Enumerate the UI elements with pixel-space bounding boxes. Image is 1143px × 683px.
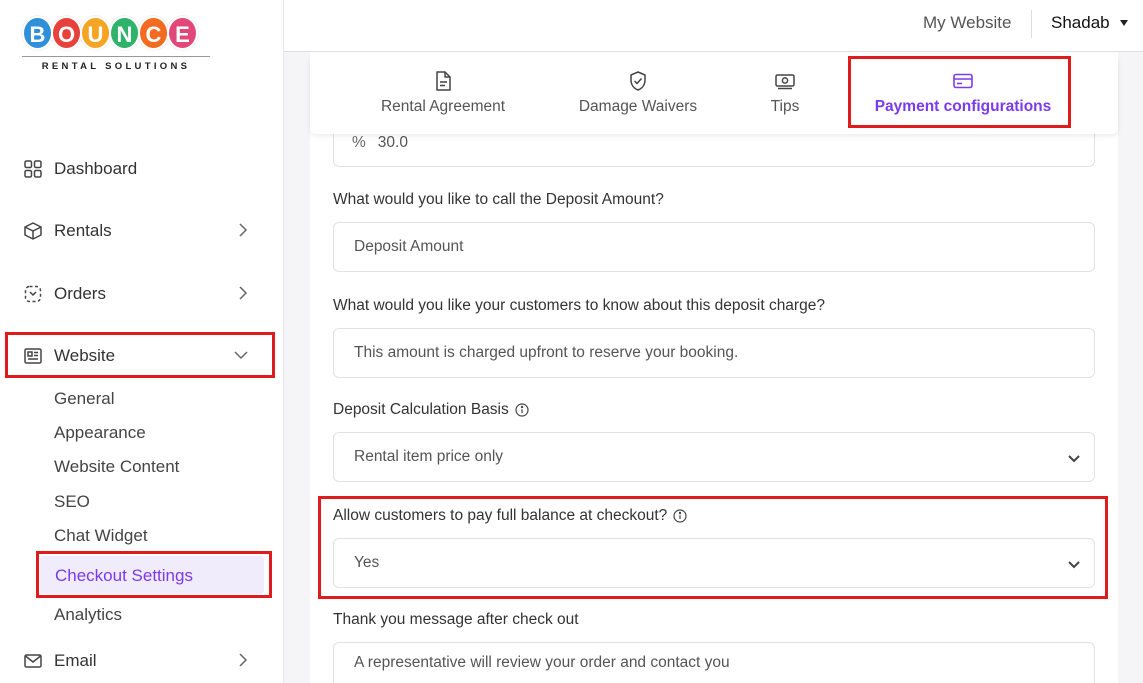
tab-tips[interactable]: Tips	[765, 54, 805, 134]
newspaper-icon	[22, 345, 44, 367]
full-balance-select[interactable]: Yes	[333, 538, 1095, 588]
grid-icon	[22, 158, 44, 180]
caret-down-icon[interactable]	[1120, 20, 1128, 26]
full-balance-label-text: Allow customers to pay full balance at c…	[333, 507, 668, 524]
sidebar-subitem-general[interactable]: General	[54, 389, 114, 409]
info-icon[interactable]	[515, 403, 529, 417]
logo-letter: C	[138, 16, 169, 50]
percent-symbol: %	[352, 134, 366, 151]
logo-letter: B	[22, 16, 53, 50]
chevron-right-icon	[239, 286, 248, 300]
sidebar-subitem-chat-widget[interactable]: Chat Widget	[54, 526, 148, 546]
box-icon	[22, 220, 44, 242]
logo-letter: U	[80, 16, 111, 50]
logo-letter: E	[167, 16, 198, 50]
logo-subtitle: RENTAL SOLUTIONS	[22, 56, 210, 72]
logo-letters: B O U N C E	[22, 16, 212, 50]
tab-damage-waivers[interactable]: Damage Waivers	[576, 54, 700, 134]
percent-value: 30.0	[377, 134, 408, 151]
sidebar-subitem-checkout-settings[interactable]: Checkout Settings	[55, 566, 193, 586]
thank-you-input[interactable]: A representative will review your order …	[333, 642, 1095, 683]
deposit-note-label: What would you like your customers to kn…	[333, 297, 825, 314]
divider	[1031, 10, 1032, 38]
tab-label: Tips	[770, 98, 800, 115]
deposit-name-label: What would you like to call the Deposit …	[333, 191, 664, 208]
logo-letter: N	[109, 16, 140, 50]
tab-label: Payment configurations	[874, 98, 1052, 115]
tab-label: Damage Waivers	[578, 98, 698, 115]
tab-rental-agreement[interactable]: Rental Agreement	[378, 54, 508, 134]
thank-you-label: Thank you message after check out	[333, 611, 579, 628]
calc-basis-label: Deposit Calculation Basis	[333, 401, 529, 419]
calc-basis-select[interactable]: Rental item price only	[333, 432, 1095, 482]
tab-label: Rental Agreement	[380, 98, 506, 115]
chevron-down-icon	[1068, 561, 1080, 569]
sidebar-item-label: Rentals	[54, 221, 112, 240]
sidebar-item-dashboard[interactable]: Dashboard	[22, 154, 262, 184]
sidebar-subitem-website-content[interactable]: Website Content	[54, 457, 179, 477]
sidebar-item-label: Dashboard	[54, 159, 138, 178]
chevron-down-icon	[1068, 455, 1080, 463]
deposit-name-input[interactable]: Deposit Amount	[333, 222, 1095, 272]
sidebar-subitem-analytics[interactable]: Analytics	[54, 605, 122, 625]
settings-tabs: Rental Agreement Damage Waivers Tips Pay…	[310, 54, 1118, 134]
tab-payment-configurations[interactable]: Payment configurations	[868, 54, 1058, 134]
calc-basis-value: Rental item price only	[354, 448, 504, 465]
calc-basis-label-text: Deposit Calculation Basis	[333, 401, 509, 418]
chevron-right-icon	[239, 223, 248, 237]
credit-card-icon	[953, 73, 973, 89]
my-website-link[interactable]: My Website	[923, 13, 1012, 33]
chevron-right-icon	[239, 653, 248, 667]
sidebar-item-label: Orders	[54, 284, 106, 303]
mail-icon	[22, 650, 44, 672]
shield-check-icon	[630, 71, 646, 91]
sidebar: B O U N C E RENTAL SOLUTIONS Dashboard R…	[0, 0, 284, 683]
bounce-logo[interactable]: B O U N C E RENTAL SOLUTIONS	[22, 16, 212, 80]
sidebar-subitem-appearance[interactable]: Appearance	[54, 423, 146, 443]
sidebar-item-rentals[interactable]: Rentals	[22, 216, 262, 246]
sidebar-subitem-seo[interactable]: SEO	[54, 492, 90, 512]
chevron-down-icon	[234, 351, 248, 360]
sidebar-item-orders[interactable]: Orders	[22, 279, 262, 309]
full-balance-label: Allow customers to pay full balance at c…	[333, 507, 687, 525]
user-menu[interactable]: Shadab	[1051, 13, 1110, 33]
sidebar-item-email[interactable]: Email	[22, 646, 262, 676]
document-icon	[436, 71, 451, 91]
sidebar-item-website[interactable]: Website	[22, 341, 262, 371]
top-bar: My Website Shadab	[284, 0, 1143, 52]
logo-letter: O	[51, 16, 82, 50]
cash-icon	[775, 74, 795, 90]
sidebar-item-label: Email	[54, 651, 97, 670]
info-icon[interactable]	[673, 509, 687, 523]
sidebar-item-label: Website	[54, 346, 116, 365]
deposit-note-input[interactable]: This amount is charged upfront to reserv…	[333, 328, 1095, 378]
full-balance-value: Yes	[354, 554, 380, 571]
orders-icon	[22, 283, 44, 305]
